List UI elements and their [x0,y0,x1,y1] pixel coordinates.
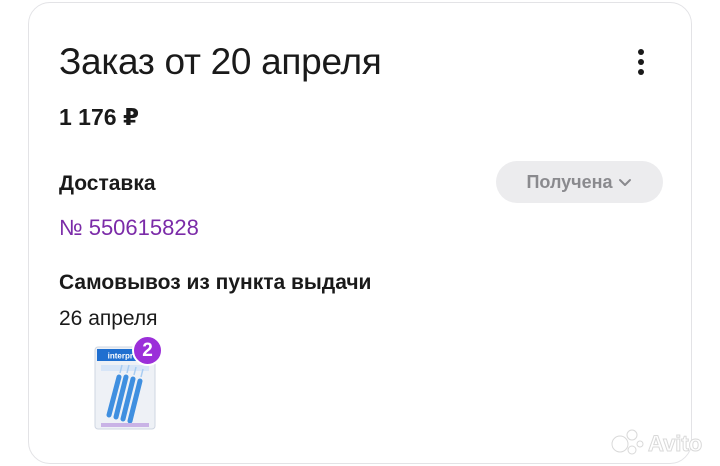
quantity-badge: 2 [132,335,163,366]
svg-text:Avito: Avito [648,431,702,456]
menu-dot [638,49,644,55]
chevron-down-icon [618,179,631,186]
kebab-menu-icon[interactable] [629,45,653,79]
delivery-label: Доставка [59,172,156,195]
status-dropdown-button[interactable]: Получена [496,161,663,203]
order-card: Заказ от 20 апреля 1 176 ₽ Доставка Полу… [28,2,692,464]
menu-dot [638,69,644,75]
pickup-label: Самовывоз из пункта выдачи [59,271,372,294]
status-label: Получена [526,171,613,192]
pickup-date: 26 апреля [59,307,158,330]
menu-dot [638,59,644,65]
order-title: Заказ от 20 апреля [59,41,382,82]
order-number-link[interactable]: № 550615828 [59,215,199,241]
order-price: 1 176 ₽ [59,104,139,130]
avito-watermark-logo: Avito [611,429,703,457]
